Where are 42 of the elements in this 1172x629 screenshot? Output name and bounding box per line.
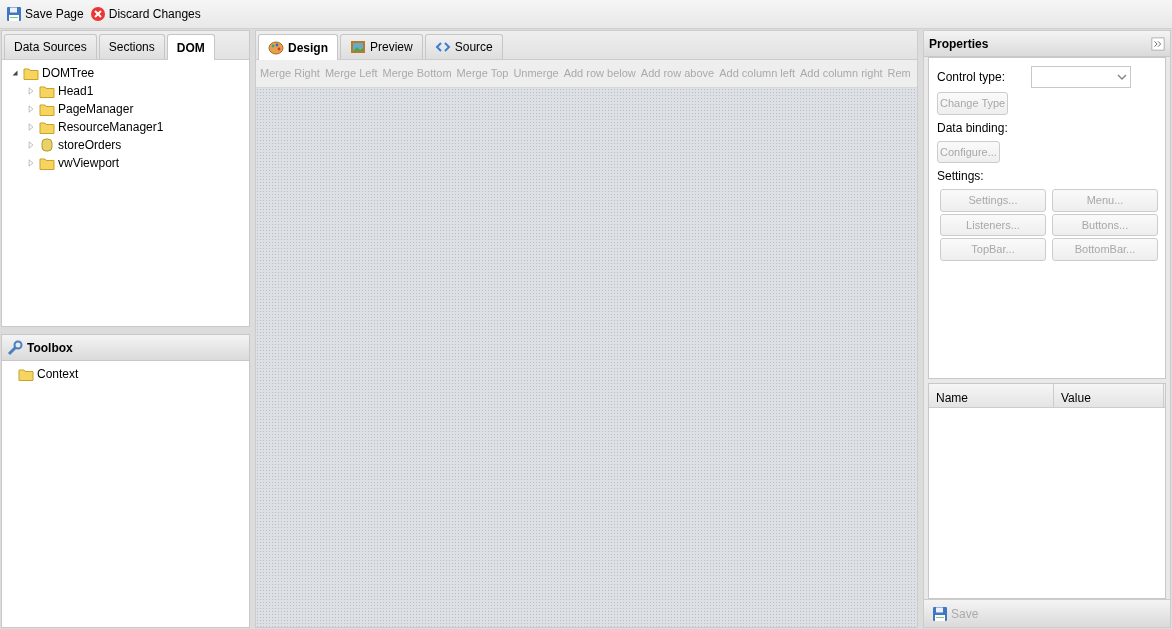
field-label: Control type:	[937, 69, 1006, 86]
tree-node[interactable]: storeOrders	[58, 136, 122, 154]
folder-icon	[39, 119, 55, 135]
editor-tab[interactable]: Design	[258, 34, 338, 60]
folder-icon	[23, 65, 39, 81]
folder-icon	[39, 155, 55, 171]
panel-tab[interactable]: Sections	[98, 34, 165, 59]
palette-icon	[268, 39, 284, 56]
column-header[interactable]: Name	[929, 384, 1054, 407]
panel-tab[interactable]: DOM	[166, 34, 215, 60]
toolbox-item[interactable]: Context	[37, 365, 79, 383]
folder-icon	[39, 101, 55, 117]
editor-tab[interactable]: Preview	[340, 34, 423, 59]
field-label: Settings:	[937, 168, 985, 185]
folder-icon	[18, 366, 34, 382]
panel-title: Properties	[929, 35, 989, 53]
tree-node[interactable]: ResourceManager1	[58, 118, 164, 136]
collapse-icon	[1151, 36, 1165, 51]
editor-tab[interactable]: Source	[424, 34, 503, 59]
collapsed-arrow-icon[interactable]	[26, 140, 36, 150]
cylinder-icon	[39, 137, 55, 153]
close-icon	[89, 6, 106, 22]
column-header[interactable]: Value	[1054, 384, 1164, 407]
save-page-button[interactable]: Save Page	[6, 5, 84, 23]
collapsed-arrow-icon[interactable]	[26, 158, 36, 168]
design-canvas[interactable]	[256, 88, 917, 627]
panel-tab[interactable]: Data Sources	[4, 34, 97, 59]
control-type-dropdown[interactable]	[1031, 66, 1132, 88]
picture-icon	[350, 39, 366, 55]
tree-node[interactable]: vwViewport	[58, 154, 120, 172]
tree-node[interactable]: PageManager	[58, 100, 134, 118]
tree-node[interactable]: DOMTree	[42, 64, 95, 82]
collapsed-arrow-icon[interactable]	[26, 86, 36, 96]
field-label: Data binding:	[937, 119, 1009, 137]
discard-button[interactable]: Discard Changes	[89, 5, 201, 23]
tree-node[interactable]: Head1	[58, 82, 94, 100]
panel-title: Toolbox	[27, 339, 73, 357]
collapsed-arrow-icon[interactable]	[26, 122, 36, 132]
wrench-icon	[7, 339, 23, 356]
expanded-arrow-icon[interactable]	[10, 68, 20, 78]
collapsed-arrow-icon[interactable]	[26, 104, 36, 114]
folder-icon	[39, 83, 55, 99]
